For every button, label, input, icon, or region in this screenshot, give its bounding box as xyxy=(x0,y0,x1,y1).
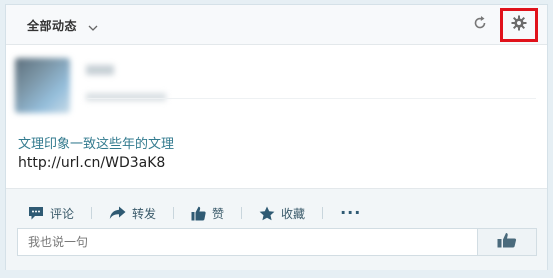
action-separator xyxy=(322,207,324,219)
comment-label: 评论 xyxy=(50,206,75,221)
action-separator xyxy=(91,207,93,219)
author-name[interactable] xyxy=(86,65,114,75)
comment-submit-button[interactable] xyxy=(477,229,536,255)
thumbs-up-icon xyxy=(191,206,206,221)
post-meta xyxy=(86,93,166,101)
settings-button[interactable] xyxy=(500,8,538,42)
favorite-label: 收藏 xyxy=(281,206,306,221)
action-separator xyxy=(173,207,175,219)
page-background: 全部动态 文理印象一致这些年的文理 http://url.cn/WD3aK8 评… xyxy=(0,0,553,278)
author-divider xyxy=(86,98,536,99)
thumbs-up-icon xyxy=(497,232,517,252)
favorite-button[interactable]: 收藏 xyxy=(259,205,305,222)
chevron-down-icon xyxy=(87,19,99,31)
more-button[interactable]: ··· xyxy=(340,205,361,221)
like-button[interactable]: 赞 xyxy=(191,205,224,222)
action-bar: 评论 转发 赞 收藏 ··· 我也说一句 xyxy=(6,188,547,270)
comment-input[interactable] xyxy=(18,229,477,255)
gear-icon xyxy=(511,15,527,35)
action-list: 评论 转发 赞 收藏 ··· xyxy=(28,203,361,223)
like-label: 赞 xyxy=(212,206,225,221)
feed-filter-label: 全部动态 xyxy=(27,18,78,33)
comment-box xyxy=(17,228,537,256)
repost-label: 转发 xyxy=(132,206,157,221)
refresh-button[interactable] xyxy=(470,15,490,35)
post-url[interactable]: http://url.cn/WD3aK8 xyxy=(18,155,165,171)
feed-card: 全部动态 文理印象一致这些年的文理 http://url.cn/WD3aK8 评… xyxy=(5,4,548,270)
share-arrow-icon xyxy=(109,206,126,220)
comment-button[interactable]: 评论 xyxy=(28,205,74,222)
post-link-title[interactable]: 文理印象一致这些年的文理 xyxy=(18,133,174,152)
star-icon xyxy=(259,206,275,221)
feed-header: 全部动态 xyxy=(6,5,547,45)
action-separator xyxy=(241,207,243,219)
feed-filter-dropdown[interactable]: 全部动态 xyxy=(27,15,99,35)
author-avatar[interactable] xyxy=(15,58,70,113)
comment-icon xyxy=(28,206,44,221)
repost-button[interactable]: 转发 xyxy=(109,205,156,222)
refresh-icon xyxy=(472,15,488,35)
